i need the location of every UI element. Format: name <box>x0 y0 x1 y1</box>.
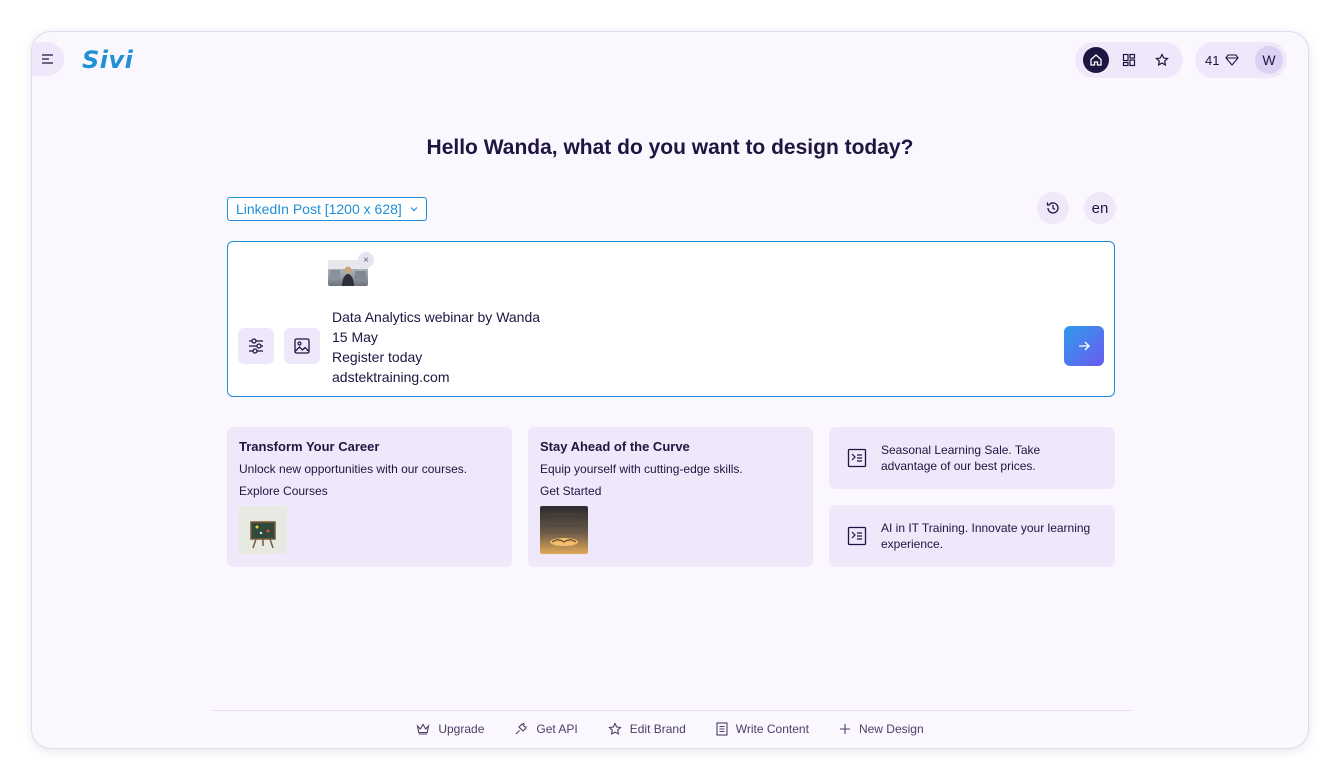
settings-button[interactable] <box>238 328 274 364</box>
page-title: Hello Wanda, what do you want to design … <box>426 136 914 159</box>
prompt-icon <box>847 448 867 468</box>
prompt-icon <box>847 526 867 546</box>
suggestion-text: Equip yourself with cutting-edge skills. <box>540 462 743 476</box>
remove-image-button[interactable]: × <box>358 252 374 268</box>
quick-prompt-text: AI in IT Training. Innovate your learnin… <box>881 521 1091 551</box>
suggestion-image <box>540 506 588 554</box>
avatar[interactable]: W <box>1255 46 1283 74</box>
suggestion-title: Stay Ahead of the Curve <box>540 439 690 454</box>
history-icon <box>1046 202 1059 214</box>
language-button[interactable]: en <box>1084 192 1116 224</box>
plus-icon <box>839 724 850 734</box>
upgrade-label: Upgrade <box>438 722 485 736</box>
prompt-line: Register today <box>332 349 423 365</box>
designs-button[interactable] <box>1116 47 1142 73</box>
prompt-line: adstektraining.com <box>332 369 450 385</box>
generate-button[interactable] <box>1064 326 1104 366</box>
footer-divider <box>212 710 1132 711</box>
document-icon <box>716 722 728 736</box>
arrow-right-icon <box>1079 341 1090 351</box>
quick-prompt-card[interactable]: Seasonal Learning Sale. Take advantage o… <box>829 427 1115 489</box>
prompt-text[interactable]: Data Analytics webinar by Wanda 15 May R… <box>332 307 540 387</box>
home-icon <box>1090 54 1102 66</box>
new-design-label: New Design <box>858 722 924 736</box>
format-dropdown-label: LinkedIn Post [1200 x 628] <box>236 201 402 217</box>
suggestion-image <box>239 506 287 554</box>
star-icon <box>608 722 622 735</box>
image-icon <box>294 338 310 354</box>
account-area: 41 W <box>1195 42 1287 78</box>
edit-brand-link[interactable]: Edit Brand <box>608 722 686 736</box>
new-design-link[interactable]: New Design <box>839 722 924 736</box>
menu-icon <box>42 54 53 64</box>
app-window: Sivi 41 W Hello Wanda, what do you want … <box>31 31 1309 749</box>
attached-image: × <box>328 252 374 288</box>
write-content-link[interactable]: Write Content <box>716 722 809 736</box>
suggestion-cta: Get Started <box>540 484 602 498</box>
sliders-icon <box>249 338 263 354</box>
upgrade-link[interactable]: Upgrade <box>416 722 484 736</box>
suggestion-text: Unlock new opportunities with our course… <box>239 462 468 476</box>
prompt-line: Data Analytics webinar by Wanda <box>332 309 541 325</box>
get-api-link[interactable]: Get API <box>514 722 578 736</box>
chevron-down-icon <box>410 207 418 212</box>
prompt-line: 15 May <box>332 329 378 345</box>
diamond-icon[interactable] <box>1225 54 1240 66</box>
favorites-button[interactable] <box>1149 47 1175 73</box>
edit-brand-label: Edit Brand <box>629 722 686 736</box>
write-content-label: Write Content <box>735 722 809 736</box>
suggestion-card[interactable]: Transform Your Career Unlock new opportu… <box>227 427 512 567</box>
suggestion-title: Transform Your Career <box>239 439 380 454</box>
suggestion-card[interactable]: Stay Ahead of the Curve Equip yourself w… <box>528 427 813 567</box>
crown-icon <box>416 723 430 735</box>
star-icon <box>1155 53 1170 67</box>
format-dropdown[interactable]: LinkedIn Post [1200 x 628] <box>227 197 427 221</box>
add-image-button[interactable] <box>284 328 320 364</box>
history-button[interactable] <box>1037 192 1069 224</box>
home-button[interactable] <box>1082 47 1109 73</box>
menu-toggle-button[interactable] <box>32 42 64 76</box>
plug-icon <box>515 722 528 735</box>
logo[interactable]: Sivi <box>82 46 133 74</box>
get-api-label: Get API <box>536 722 578 736</box>
quick-prompt-text: Seasonal Learning Sale. Take advantage o… <box>881 443 1041 473</box>
suggestion-cta: Explore Courses <box>239 484 328 498</box>
grid-icon <box>1122 53 1136 67</box>
prompt-box[interactable]: × Data Analytics webinar by Wanda 15 May… <box>227 241 1115 397</box>
top-nav <box>1075 42 1183 78</box>
quick-prompt-card[interactable]: AI in IT Training. Innovate your learnin… <box>829 505 1115 567</box>
footer-nav: Upgrade Get API Edit Brand Write Content… <box>32 722 1308 736</box>
credits-count: 41 <box>1205 52 1220 68</box>
